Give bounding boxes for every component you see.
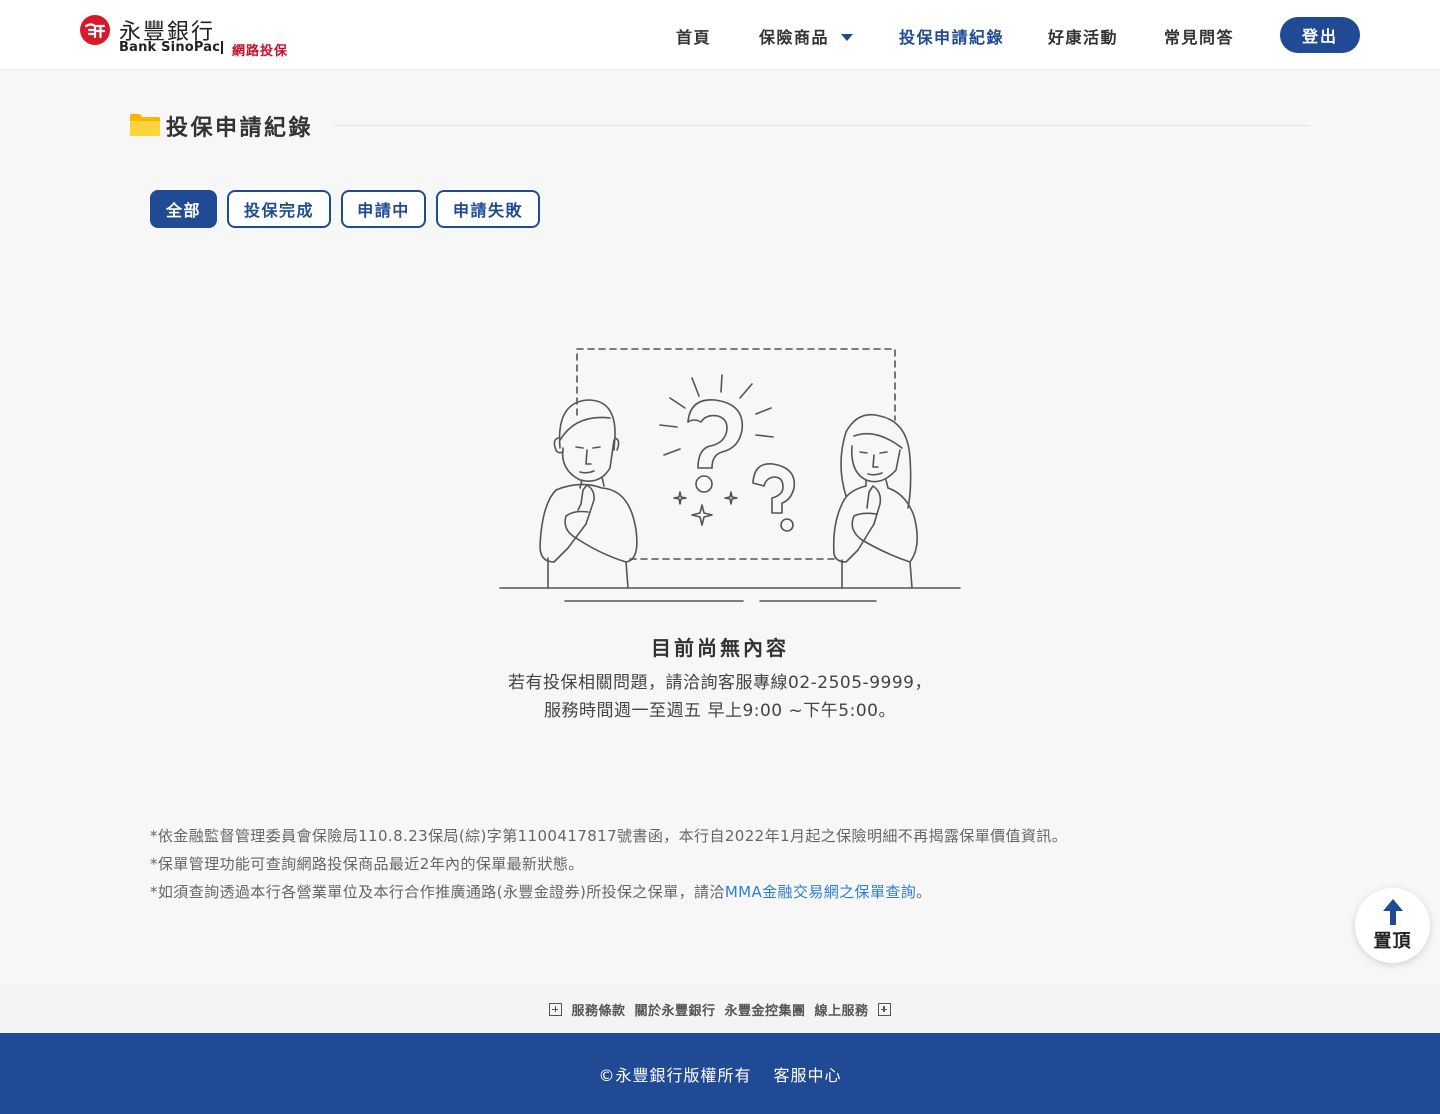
footer: ©永豐銀行版權所有 客服中心 bbox=[0, 1033, 1440, 1114]
footer-link-terms[interactable]: 服務條款 bbox=[571, 1000, 625, 1019]
page-title: 投保申請紀錄 bbox=[166, 116, 314, 141]
nav-insurance-products[interactable]: 保險商品 bbox=[759, 24, 854, 48]
tab-in-progress[interactable]: 申請中 bbox=[341, 190, 426, 228]
title-divider bbox=[334, 125, 1310, 126]
tab-completed[interactable]: 投保完成 bbox=[227, 190, 331, 228]
arrow-up-icon bbox=[1382, 899, 1403, 925]
folder-icon bbox=[130, 114, 160, 136]
footer-customer-service-link[interactable]: 客服中心 bbox=[774, 1062, 842, 1086]
empty-state-title: 目前尚無內容 bbox=[651, 636, 789, 660]
logout-button[interactable]: 登出 bbox=[1280, 17, 1360, 53]
disclaimer-notes: *依金融監督管理委員會保險局110.8.23保局(綜)字第1100417817號… bbox=[150, 822, 1300, 906]
footer-link-about[interactable]: 關於永豐銀行 bbox=[634, 1000, 715, 1019]
nav-faq[interactable]: 常見問答 bbox=[1164, 24, 1234, 48]
page-title-section: 投保申請紀錄 bbox=[130, 108, 1310, 144]
caret-down-icon bbox=[841, 34, 854, 41]
footer-links-bar: 服務條款 關於永豐銀行 永豐金控集團 線上服務 bbox=[0, 984, 1440, 1033]
note-3-prefix: *如須查詢透過本行各營業單位及本行合作推廣通路(永豐金證券)所投保之保單，請洽 bbox=[150, 883, 725, 901]
nav-insurance-products-label: 保險商品 bbox=[759, 28, 830, 47]
back-to-top-button[interactable]: 置頂 bbox=[1355, 888, 1430, 963]
empty-state-line-1: 若有投保相關問題，請洽詢客服專線02-2505-9999， bbox=[508, 673, 932, 693]
note-2: *保單管理功能可查詢網路投保商品最近2年內的保單最新狀態。 bbox=[150, 855, 584, 873]
expand-plus-icon[interactable] bbox=[877, 1003, 891, 1016]
tab-all[interactable]: 全部 bbox=[150, 190, 217, 228]
footer-link-online-services[interactable]: 線上服務 bbox=[815, 1000, 869, 1019]
nav-promotions[interactable]: 好康活動 bbox=[1048, 24, 1118, 48]
empty-state-line-2: 服務時間週一至週五 早上9:00 ~下午5:00。 bbox=[544, 701, 896, 721]
nav-home[interactable]: 首頁 bbox=[676, 24, 711, 48]
footer-link-group[interactable]: 永豐金控集團 bbox=[725, 1000, 806, 1019]
footer-copyright: ©永豐銀行版權所有 bbox=[598, 1066, 752, 1085]
expand-plus-icon[interactable] bbox=[549, 1003, 563, 1016]
note-1: *依金融監督管理委員會保險局110.8.23保局(綜)字第1100417817號… bbox=[150, 827, 1068, 845]
header: 永豐銀行 Bank SinoPac 網路投保 首頁 保險商品 投保申請紀錄 好康… bbox=[0, 0, 1440, 70]
mma-policy-query-link[interactable]: MMA金融交易網之保單查詢 bbox=[725, 883, 916, 901]
main-nav: 首頁 保險商品 投保申請紀錄 好康活動 常見問答 登出 bbox=[0, 0, 1440, 70]
note-3-suffix: 。 bbox=[916, 883, 932, 901]
note-3: *如須查詢透過本行各營業單位及本行合作推廣通路(永豐金證券)所投保之保單，請洽M… bbox=[150, 878, 1300, 906]
tab-failed[interactable]: 申請失敗 bbox=[436, 190, 540, 228]
empty-state-illustration bbox=[499, 348, 961, 602]
nav-application-records[interactable]: 投保申請紀錄 bbox=[899, 24, 1004, 48]
back-to-top-label: 置頂 bbox=[1373, 931, 1412, 952]
